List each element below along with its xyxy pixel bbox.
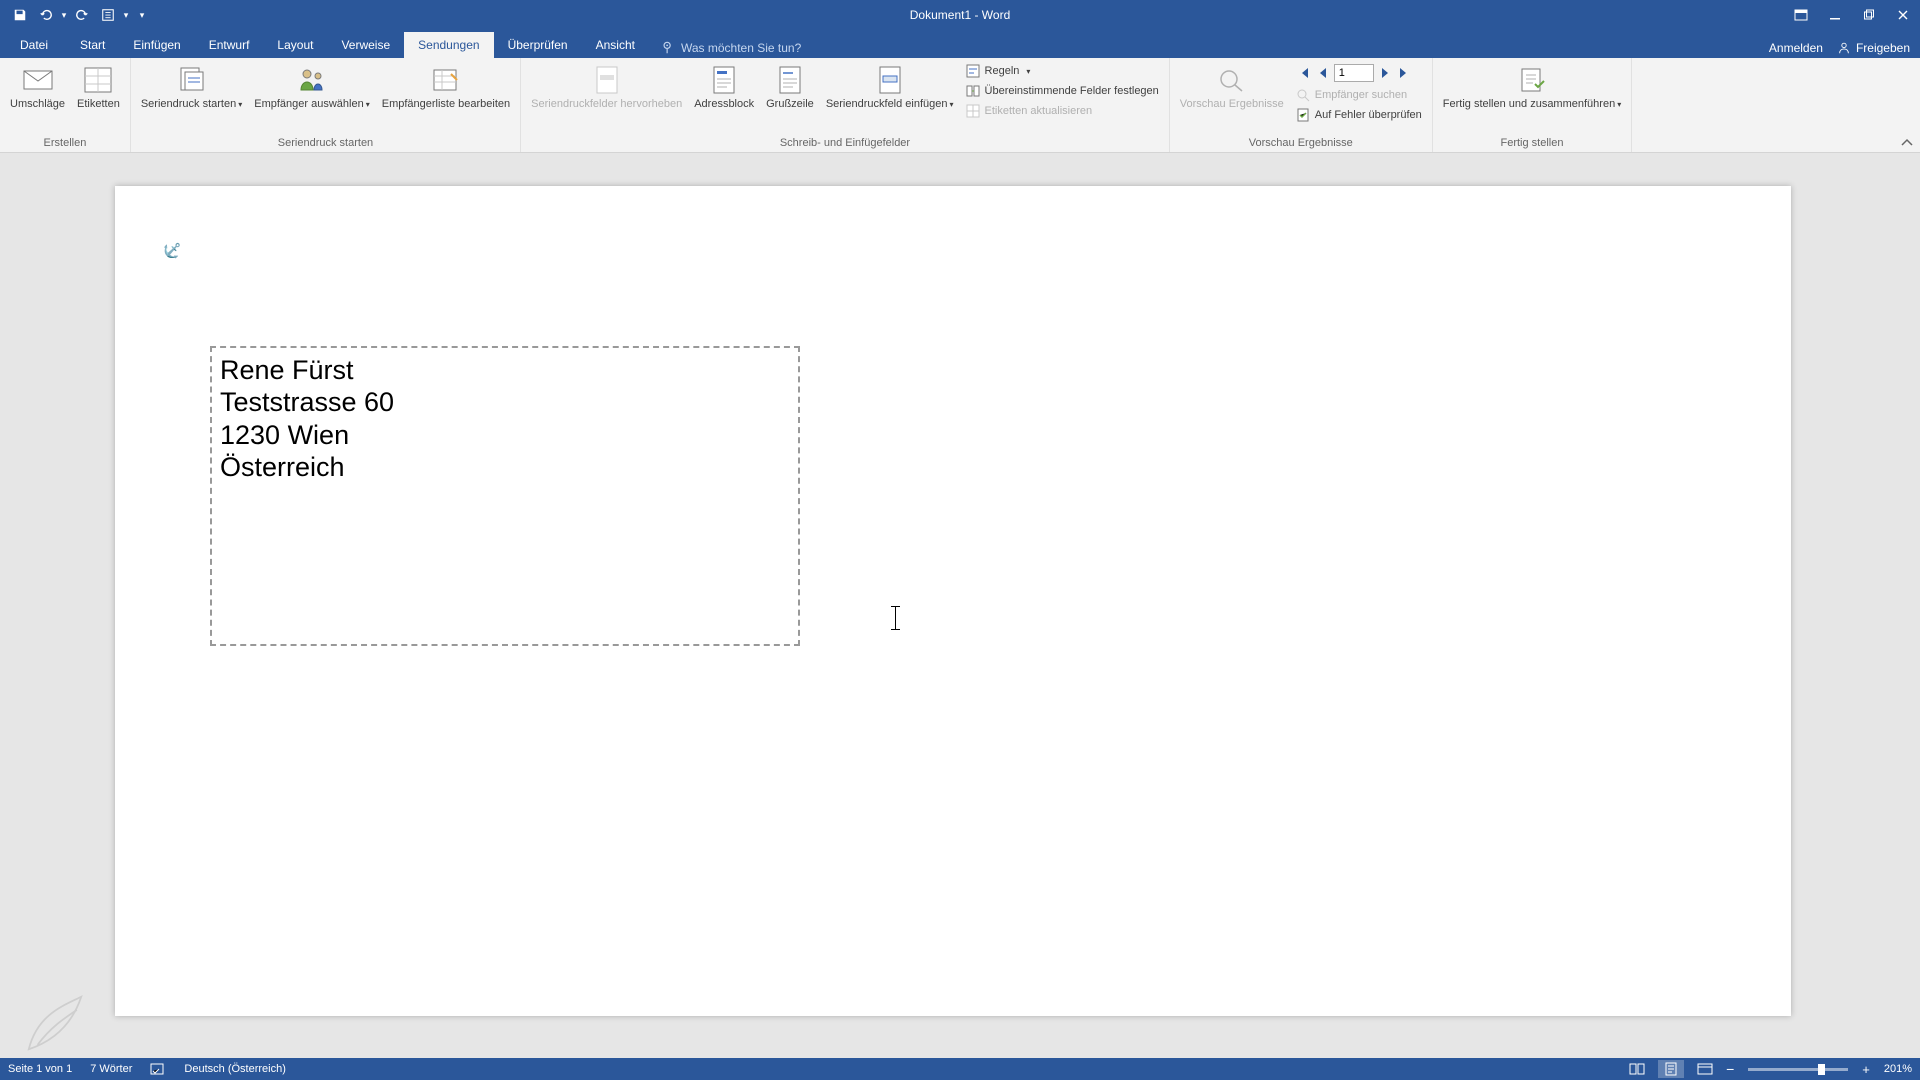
print-layout-button[interactable]: [1658, 1060, 1684, 1078]
edit-recipient-list-button[interactable]: Empfängerliste bearbeiten: [376, 60, 516, 135]
minimize-button[interactable]: [1818, 0, 1852, 30]
insert-merge-field-button[interactable]: Seriendruckfeld einfügen▾: [820, 60, 960, 135]
zoom-out-button[interactable]: −: [1726, 1061, 1734, 1077]
share-button[interactable]: Freigeben: [1837, 41, 1910, 55]
collapse-ribbon-button[interactable]: [1900, 138, 1914, 148]
status-bar: Seite 1 von 1 7 Wörter Deutsch (Österrei…: [0, 1058, 1920, 1080]
greeting-line-button[interactable]: Grußzeile: [760, 60, 820, 135]
redo-button[interactable]: [70, 3, 94, 27]
select-recipients-icon: [296, 64, 328, 96]
anchor-icon: ⚓: [159, 236, 187, 264]
quick-access-toolbar: ▾ ▾ ▾: [0, 3, 146, 27]
address-text-box[interactable]: Rene Fürst Teststrasse 60 1230 Wien Öste…: [210, 346, 800, 646]
tab-references[interactable]: Verweise: [327, 32, 404, 58]
address-block-icon: [708, 64, 740, 96]
group-finish: Fertig stellen und zusammenführen▾ Ferti…: [1433, 58, 1632, 152]
text-cursor: [895, 606, 896, 630]
highlight-merge-fields-button: Seriendruckfelder hervorheben: [525, 60, 688, 135]
page-indicator[interactable]: Seite 1 von 1: [8, 1063, 72, 1075]
address-line-4: Österreich: [220, 451, 790, 483]
tell-me-placeholder: Was möchten Sie tun?: [681, 41, 801, 55]
next-record-button[interactable]: [1377, 64, 1393, 82]
start-mail-merge-button[interactable]: Seriendruck starten▾: [135, 60, 248, 135]
tab-view[interactable]: Ansicht: [582, 32, 649, 58]
window-controls: [1784, 0, 1920, 30]
group-create: Umschläge Etiketten Erstellen: [0, 58, 131, 152]
qat-customize-icon[interactable]: ▾: [138, 10, 146, 21]
record-navigation: [1290, 62, 1428, 84]
ribbon-tabs: Datei Start Einfügen Entwurf Layout Verw…: [0, 30, 1920, 58]
last-record-button[interactable]: [1396, 64, 1412, 82]
zoom-slider[interactable]: [1748, 1068, 1848, 1071]
tab-layout[interactable]: Layout: [263, 32, 327, 58]
touch-mode-button[interactable]: [96, 3, 120, 27]
tell-me-search[interactable]: Was möchten Sie tun?: [661, 41, 801, 58]
edit-recipients-icon: [430, 64, 462, 96]
match-fields-button[interactable]: Übereinstimmende Felder festlegen: [960, 82, 1165, 100]
window-title: Dokument1 - Word: [910, 8, 1010, 22]
insert-merge-field-icon: [874, 64, 906, 96]
preview-results-icon: [1216, 64, 1248, 96]
first-record-button[interactable]: [1296, 64, 1312, 82]
start-merge-icon: [176, 64, 208, 96]
maximize-button[interactable]: [1852, 0, 1886, 30]
address-line-3: 1230 Wien: [220, 419, 790, 451]
close-button[interactable]: [1886, 0, 1920, 30]
tab-insert[interactable]: Einfügen: [119, 32, 194, 58]
document-area[interactable]: ⚓ Rene Fürst Teststrasse 60 1230 Wien Ös…: [0, 153, 1920, 1058]
read-mode-button[interactable]: [1624, 1060, 1650, 1078]
address-line-1: Rene Fürst: [220, 354, 790, 386]
group-write-insert-fields: Seriendruckfelder hervorheben Adressbloc…: [521, 58, 1170, 152]
tab-review[interactable]: Überprüfen: [494, 32, 582, 58]
spell-check-icon[interactable]: [150, 1062, 166, 1076]
undo-dropdown-icon[interactable]: ▾: [60, 10, 68, 21]
ribbon-display-options-button[interactable]: [1784, 0, 1818, 30]
tab-mailings[interactable]: Sendungen: [404, 32, 493, 58]
select-recipients-button[interactable]: Empfänger auswählen▾: [248, 60, 375, 135]
tab-design[interactable]: Entwurf: [195, 32, 264, 58]
finish-merge-icon: [1516, 64, 1548, 96]
highlight-fields-icon: [591, 64, 623, 96]
greeting-line-icon: [774, 64, 806, 96]
preview-results-button[interactable]: Vorschau Ergebnisse: [1174, 60, 1290, 135]
labels-button[interactable]: Etiketten: [71, 60, 126, 135]
web-layout-button[interactable]: [1692, 1060, 1718, 1078]
rules-button[interactable]: Regeln▾: [960, 62, 1165, 80]
group-start-merge: Seriendruck starten▾ Empfänger auswählen…: [131, 58, 521, 152]
ribbon: Umschläge Etiketten Erstellen Seriendruc…: [0, 58, 1920, 153]
save-button[interactable]: [8, 3, 32, 27]
touch-dropdown-icon[interactable]: ▾: [122, 10, 130, 21]
group-preview-results: Vorschau Ergebnisse: [1170, 58, 1433, 152]
check-for-errors-button[interactable]: Auf Fehler überprüfen: [1290, 106, 1428, 124]
title-bar: ▾ ▾ ▾ Dokument1 - Word: [0, 0, 1920, 30]
address-line-2: Teststrasse 60: [220, 386, 790, 418]
record-number-input[interactable]: [1334, 64, 1374, 82]
zoom-in-button[interactable]: +: [1862, 1062, 1870, 1077]
find-recipient-button: Empfänger suchen: [1290, 86, 1428, 104]
tab-file[interactable]: Datei: [2, 32, 66, 58]
undo-button[interactable]: [34, 3, 58, 27]
envelopes-button[interactable]: Umschläge: [4, 60, 71, 135]
address-block-button[interactable]: Adressblock: [688, 60, 760, 135]
zoom-slider-thumb[interactable]: [1818, 1064, 1825, 1075]
language-indicator[interactable]: Deutsch (Österreich): [184, 1063, 285, 1075]
zoom-level[interactable]: 201%: [1884, 1063, 1912, 1075]
sign-in-button[interactable]: Anmelden: [1769, 41, 1823, 55]
previous-record-button[interactable]: [1315, 64, 1331, 82]
labels-icon: [82, 64, 114, 96]
tabs-right: Anmelden Freigeben: [1769, 41, 1920, 58]
page[interactable]: ⚓ Rene Fürst Teststrasse 60 1230 Wien Ös…: [115, 186, 1791, 1016]
finish-and-merge-button[interactable]: Fertig stellen und zusammenführen▾: [1437, 60, 1627, 135]
word-count[interactable]: 7 Wörter: [90, 1063, 132, 1075]
envelope-icon: [22, 64, 54, 96]
tab-home[interactable]: Start: [66, 32, 119, 58]
update-labels-button: Etiketten aktualisieren: [960, 102, 1165, 120]
